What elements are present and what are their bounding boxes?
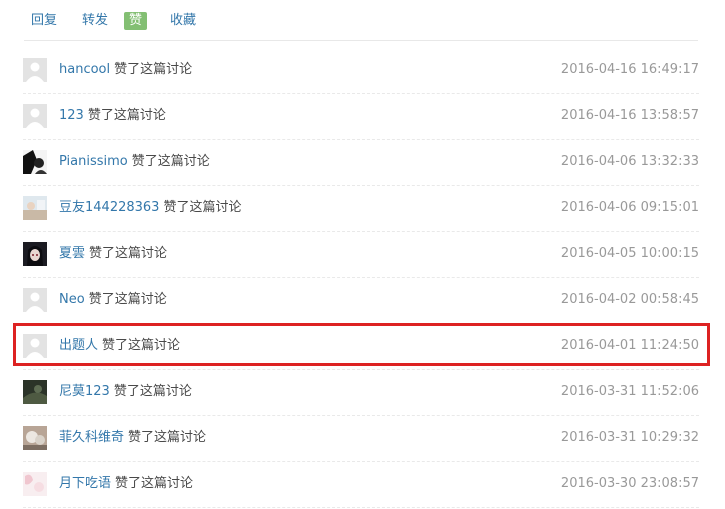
user-link[interactable]: hancool xyxy=(59,62,110,77)
list-item: hancool 赞了这篇讨论 2016-04-16 16:49:17 xyxy=(23,48,699,94)
timestamp: 2016-03-30 23:08:57 xyxy=(560,476,699,491)
list-item: Pianissimo 赞了这篇讨论 2016-04-06 13:32:33 xyxy=(23,140,699,186)
timestamp: 2016-04-01 11:24:50 xyxy=(560,338,699,353)
timestamp: 2016-03-31 10:29:32 xyxy=(560,430,699,445)
list-item: 月下吃语 赞了这篇讨论 2016-03-30 23:08:57 xyxy=(23,462,699,508)
action-text: 赞了这篇讨论 xyxy=(114,62,193,77)
timestamp: 2016-04-06 09:15:01 xyxy=(560,200,699,215)
tab-replies[interactable]: 回复 xyxy=(31,11,57,31)
user-link[interactable]: 123 xyxy=(59,108,84,123)
user-link[interactable]: 夏雲 xyxy=(59,246,85,261)
action-text: 赞了这篇讨论 xyxy=(102,338,181,353)
pink-photo-avatar-icon[interactable] xyxy=(23,472,47,496)
bw-portrait-avatar-icon[interactable] xyxy=(23,150,47,174)
action-text: 赞了这篇讨论 xyxy=(89,246,168,261)
user-link[interactable]: 月下吃语 xyxy=(59,476,111,491)
default-avatar-icon[interactable] xyxy=(23,334,47,358)
action-text: 赞了这篇讨论 xyxy=(128,430,207,445)
timestamp: 2016-03-31 11:52:06 xyxy=(560,384,699,399)
timestamp: 2016-04-16 16:49:17 xyxy=(560,62,699,77)
tab-likes[interactable]: 赞 xyxy=(124,12,148,30)
list-item: 123 赞了这篇讨论 2016-04-16 13:58:57 xyxy=(23,94,699,140)
user-link[interactable]: 尼莫123 xyxy=(59,384,110,399)
list-item: 菲久科维奇 赞了这篇讨论 2016-03-31 10:29:32 xyxy=(23,416,699,462)
list-item: Neo 赞了这篇讨论 2016-04-02 00:58:45 xyxy=(23,278,699,324)
default-avatar-icon[interactable] xyxy=(23,104,47,128)
user-link[interactable]: Pianissimo xyxy=(59,154,128,169)
user-link[interactable]: 菲久科维奇 xyxy=(59,430,124,445)
tab-bar: 回复 转发 赞 收藏 xyxy=(24,0,698,41)
timestamp: 2016-04-06 13:32:33 xyxy=(560,154,699,169)
user-link[interactable]: 豆友144228363 xyxy=(59,200,159,215)
list-item: 豆友144228363 赞了这篇讨论 2016-04-06 09:15:01 xyxy=(23,186,699,232)
tab-collections[interactable]: 收藏 xyxy=(170,11,196,31)
list-item: 尼莫123 赞了这篇讨论 2016-03-31 11:52:06 xyxy=(23,370,699,416)
light-photo-avatar-icon[interactable] xyxy=(23,196,47,220)
default-avatar-icon[interactable] xyxy=(23,58,47,82)
action-text: 赞了这篇讨论 xyxy=(88,292,167,307)
user-link[interactable]: 出题人 xyxy=(59,338,98,353)
action-text: 赞了这篇讨论 xyxy=(131,154,210,169)
action-text: 赞了这篇讨论 xyxy=(163,200,242,215)
tab-reshares[interactable]: 转发 xyxy=(82,11,108,31)
likes-list: hancool 赞了这篇讨论 2016-04-16 16:49:17 123 赞了这… xyxy=(23,48,699,508)
action-text: 赞了这篇讨论 xyxy=(87,108,166,123)
timestamp: 2016-04-16 13:58:57 xyxy=(560,108,699,123)
action-text: 赞了这篇讨论 xyxy=(113,384,192,399)
timestamp: 2016-04-02 00:58:45 xyxy=(560,292,699,307)
dark-photo-avatar-icon[interactable] xyxy=(23,380,47,404)
user-link[interactable]: Neo xyxy=(59,292,85,307)
timestamp: 2016-04-05 10:00:15 xyxy=(560,246,699,261)
anime-girl-avatar-icon[interactable] xyxy=(23,242,47,266)
list-item: 夏雲 赞了这篇讨论 2016-04-05 10:00:15 xyxy=(23,232,699,278)
pet-photo-avatar-icon[interactable] xyxy=(23,426,47,450)
default-avatar-icon[interactable] xyxy=(23,288,47,312)
action-text: 赞了这篇讨论 xyxy=(115,476,194,491)
list-item: 出题人 赞了这篇讨论 2016-04-01 11:24:50 xyxy=(23,324,699,370)
